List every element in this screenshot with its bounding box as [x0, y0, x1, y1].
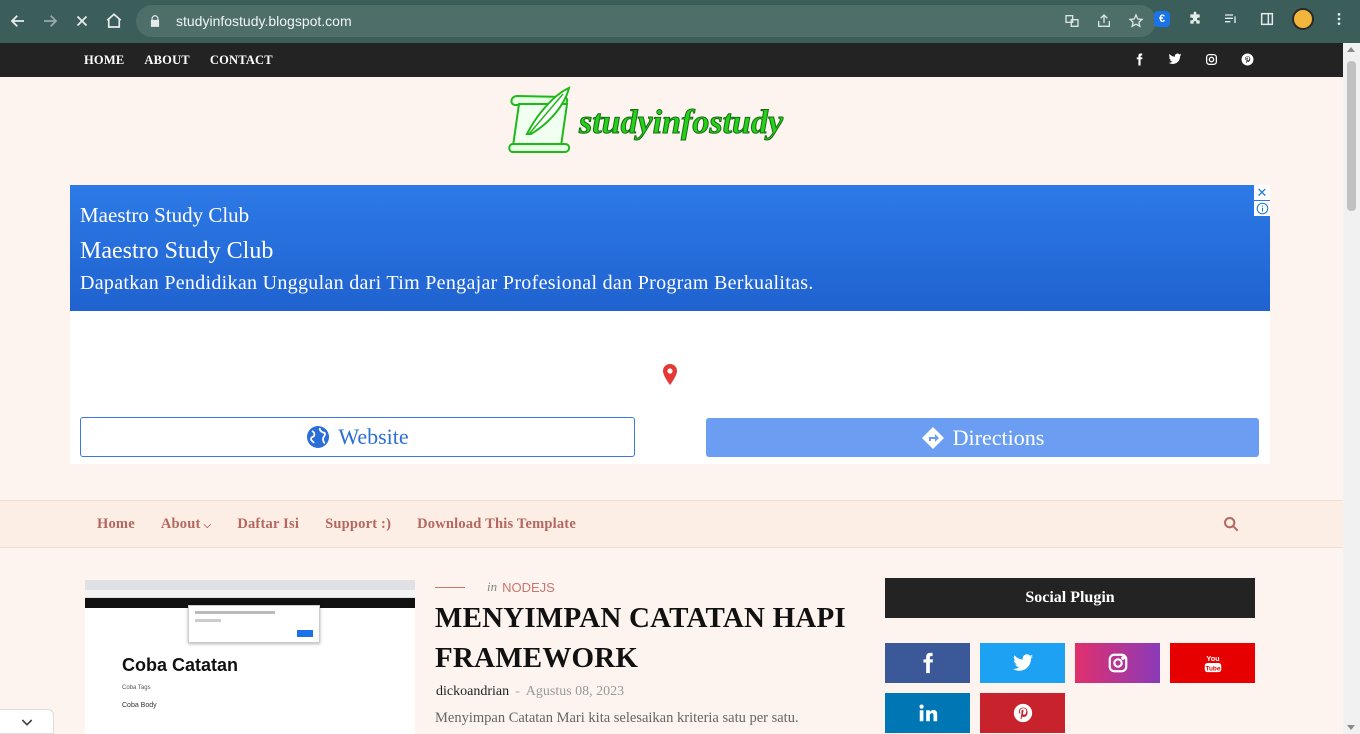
quill-scroll-icon	[508, 86, 571, 153]
menu-item-about-label: About	[160, 516, 201, 532]
ad-directions-label: Directions	[952, 424, 1045, 450]
ad-banner[interactable]: Maestro Study Club Maestro Study Club Da…	[70, 185, 1270, 311]
menu-item-home[interactable]: Home	[97, 516, 135, 533]
linkedin-button[interactable]	[885, 693, 970, 733]
profile-avatar[interactable]	[1292, 8, 1314, 30]
forward-button[interactable]	[34, 5, 66, 37]
post-date: Agustus 08, 2023	[525, 684, 625, 699]
thumbnail-title: Coba Catatan	[122, 655, 239, 675]
home-button[interactable]	[98, 5, 130, 37]
advertisement[interactable]: Maestro Study Club Maestro Study Club Da…	[70, 185, 1270, 464]
url-text: studyinfostudy.blogspot.com	[176, 13, 352, 29]
pinterest-icon	[1013, 703, 1032, 723]
topnav-contact-link[interactable]: CONTACT	[210, 53, 273, 68]
page-viewport: HOME ABOUT CONTACT studyinfostudy Maestr…	[0, 43, 1343, 734]
ad-headline[interactable]: Maestro Study Club	[80, 237, 1260, 265]
search-icon[interactable]	[1223, 516, 1239, 532]
media-queue-icon[interactable]	[1220, 8, 1242, 30]
omnibox-actions	[1062, 11, 1146, 31]
euro-extension-icon[interactable]: €	[1154, 11, 1170, 27]
pinterest-icon[interactable]	[1239, 51, 1255, 67]
linkedin-icon	[918, 704, 937, 722]
map-pin-icon	[663, 364, 677, 385]
facebook-button[interactable]	[885, 643, 970, 683]
scroll-down-icon[interactable]	[1347, 725, 1355, 730]
ad-website-label: Website	[338, 424, 409, 449]
ad-directions-button[interactable]: Directions	[706, 418, 1259, 457]
directions-icon	[921, 426, 944, 449]
facebook-icon	[922, 652, 933, 674]
ad-description: Dapatkan Pendidikan Unggulan dari Tim Pe…	[80, 272, 814, 294]
translate-icon[interactable]	[1062, 11, 1082, 31]
twitter-icon	[1012, 654, 1033, 671]
post-meta: in NODEJS	[435, 579, 555, 595]
social-plugin-title: Social Plugin	[885, 578, 1255, 618]
browser-toolbar: studyinfostudy.blogspot.com €	[0, 0, 1360, 43]
twitter-button[interactable]	[980, 643, 1065, 683]
post-byline: dickoandrian - Agustus 08, 2023	[436, 684, 624, 700]
post-author[interactable]: dickoandrian	[436, 684, 509, 699]
chevron-down-icon	[21, 718, 32, 726]
menu-item-daftar-isi[interactable]: Daftar Isi	[237, 516, 299, 533]
ad-close-icon[interactable]: ✕	[1254, 185, 1270, 200]
post-title[interactable]: MENYIMPAN CATATAN HAPI FRAMEWORK	[435, 598, 855, 678]
divider	[435, 586, 465, 588]
page-scrollbar[interactable]	[1343, 43, 1360, 734]
menu-item-about[interactable]: About ⌵	[161, 516, 211, 533]
stop-loading-button[interactable]	[66, 5, 98, 37]
arrow-left-icon	[10, 15, 24, 27]
site-logo-text: studyinfostudy	[578, 104, 784, 142]
lock-icon	[150, 15, 160, 27]
share-icon[interactable]	[1094, 11, 1114, 31]
menu-item-support[interactable]: Support :)	[325, 516, 391, 533]
chevron-down-icon: ⌵	[203, 520, 212, 531]
svg-text:You: You	[1206, 654, 1219, 663]
pinterest-button[interactable]	[980, 693, 1065, 733]
topnav-about-link[interactable]: ABOUT	[144, 53, 189, 68]
ad-advertiser-name: Maestro Study Club	[80, 203, 250, 227]
side-panel-icon[interactable]	[1256, 8, 1278, 30]
topnav-home-link[interactable]: HOME	[84, 53, 124, 68]
instagram-button[interactable]	[1075, 643, 1160, 683]
puzzle-icon[interactable]	[1184, 8, 1206, 30]
globe-icon	[307, 426, 330, 448]
ad-info-icon[interactable]	[1254, 201, 1270, 216]
thumbnail-alert-dialog	[188, 605, 320, 643]
facebook-icon[interactable]	[1131, 51, 1147, 67]
thumbnail-browser-tabs	[85, 580, 415, 590]
top-navigation: HOME ABOUT CONTACT	[84, 53, 273, 68]
address-bar[interactable]: studyinfostudy.blogspot.com	[136, 5, 1156, 37]
instagram-icon[interactable]	[1203, 51, 1219, 67]
top-bar: HOME ABOUT CONTACT	[0, 43, 1343, 77]
collapse-toggle[interactable]	[0, 709, 54, 734]
bookmark-star-icon[interactable]	[1126, 11, 1146, 31]
top-social-links	[1131, 51, 1255, 67]
youtube-icon: You Tube	[1204, 654, 1221, 672]
twitter-icon[interactable]	[1167, 51, 1183, 67]
site-logo[interactable]: studyinfostudy	[507, 84, 837, 160]
post-category-link[interactable]: NODEJS	[502, 580, 555, 595]
main-menu: Home About ⌵ Daftar Isi Support :) Downlo…	[97, 516, 576, 533]
post-excerpt: Menyimpan Catatan Mari kita selesaikan k…	[435, 710, 799, 726]
post-in-label: in	[487, 579, 498, 594]
extensions-area: €	[1154, 8, 1350, 30]
menu-item-download-template[interactable]: Download This Template	[417, 516, 576, 533]
home-icon	[106, 13, 122, 28]
scrollbar-thumb[interactable]	[1347, 61, 1356, 211]
kebab-menu-icon[interactable]	[1328, 8, 1350, 30]
close-icon	[76, 15, 88, 27]
arrow-right-icon	[44, 15, 58, 27]
thumbnail-tags: Coba Tags	[122, 685, 151, 691]
thumbnail-body: Coba Body	[122, 702, 157, 709]
youtube-button[interactable]: You Tube	[1170, 643, 1255, 683]
ad-website-button[interactable]: Website	[80, 417, 635, 457]
svg-text:Tube: Tube	[1205, 665, 1220, 672]
post-thumbnail[interactable]: Coba Catatan Coba Tags Coba Body	[85, 580, 415, 734]
main-menu-bar: Home About ⌵ Daftar Isi Support :) Downlo…	[0, 500, 1343, 548]
thumbnail-browser-toolbar	[85, 590, 415, 598]
instagram-icon	[1108, 653, 1127, 673]
back-button[interactable]	[2, 5, 34, 37]
byline-separator: -	[515, 684, 520, 699]
scroll-up-icon[interactable]	[1347, 47, 1355, 52]
